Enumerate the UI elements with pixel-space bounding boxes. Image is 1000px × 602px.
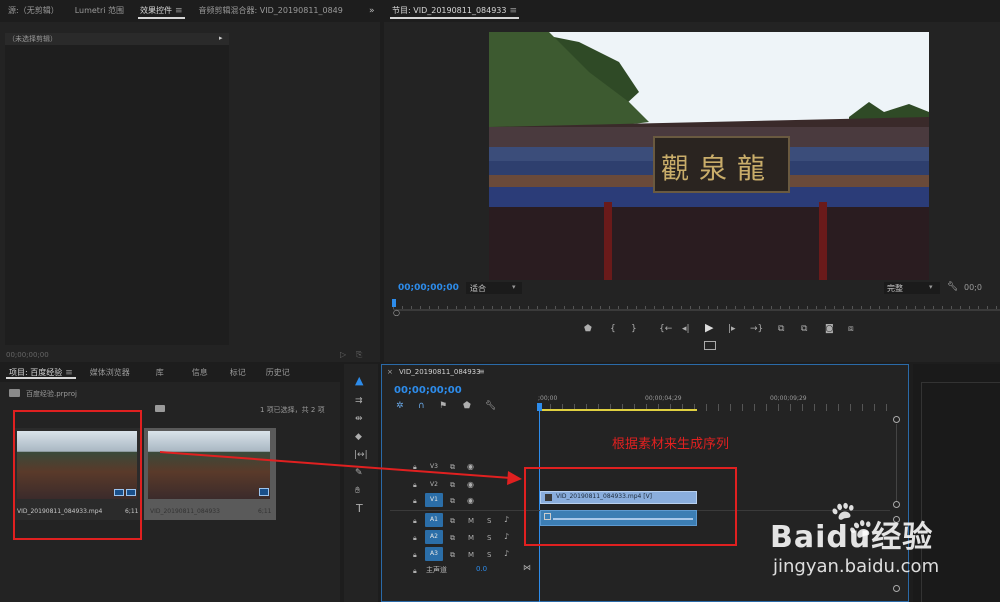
watermark-url: jingyan.baidu.com — [773, 556, 940, 577]
watermark-brand: Baidu经验 — [770, 520, 934, 555]
